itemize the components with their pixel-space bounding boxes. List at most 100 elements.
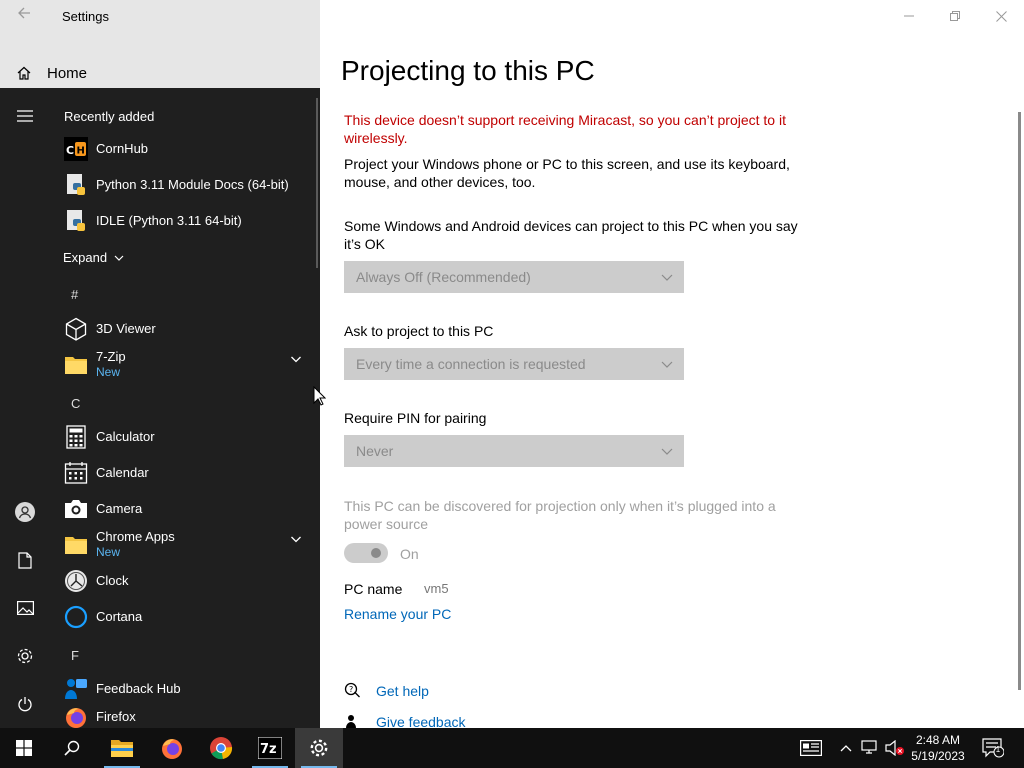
toggle-state-label: On <box>400 546 419 562</box>
require-pin-dropdown[interactable]: Never <box>344 435 684 467</box>
projection-availability-dropdown[interactable]: Always Off (Recommended) <box>344 261 684 293</box>
app-name: CornHub <box>96 141 149 156</box>
recently-added-header: Recently added <box>64 109 155 124</box>
svg-text:?: ? <box>349 685 353 694</box>
account-button[interactable] <box>8 495 42 529</box>
app-firefox[interactable]: Firefox <box>60 700 310 728</box>
content-scrollbar[interactable] <box>1018 112 1021 690</box>
app-name: Chrome Apps <box>96 529 175 544</box>
app-name: Cortana <box>96 609 143 624</box>
chrome-button[interactable] <box>197 728 245 768</box>
expand-button[interactable]: Expand <box>63 250 124 265</box>
app-name: Calendar <box>96 465 149 480</box>
clock-time: 2:48 AM <box>915 733 961 747</box>
power-source-toggle[interactable] <box>344 543 388 563</box>
letter-header-hash[interactable]: # <box>71 287 78 302</box>
app-calendar[interactable]: Calendar <box>60 456 310 490</box>
new-badge: New <box>96 545 121 559</box>
start-button[interactable] <box>0 728 48 768</box>
pictures-button[interactable] <box>8 591 42 625</box>
folder-icon <box>65 357 87 374</box>
notification-count: 1 <box>995 745 1001 754</box>
power-source-note: This PC can be discovered for projection… <box>344 498 776 532</box>
chevron-down-icon <box>291 536 301 543</box>
app-7zip-folder[interactable]: 7-Zip New <box>60 346 310 380</box>
chrome-icon <box>210 737 233 760</box>
file-explorer-button[interactable] <box>98 728 146 768</box>
back-button[interactable] <box>10 4 38 28</box>
taskbar-clock[interactable]: 2:48 AM 5/19/2023 <box>906 732 970 764</box>
app-calculator[interactable]: Calculator <box>60 420 310 454</box>
7zip-button[interactable]: 7z <box>246 728 294 768</box>
search-button[interactable] <box>48 728 96 768</box>
require-pin-label: Require PIN for pairing <box>344 410 487 426</box>
start-rail <box>0 88 48 728</box>
document-icon <box>18 551 32 569</box>
cube-icon <box>65 317 87 341</box>
folder-icon <box>65 537 87 554</box>
app-idle[interactable]: IDLE (Python 3.11 64-bit) <box>60 204 310 238</box>
idle-icon <box>67 210 85 231</box>
help-chat-icon: ? <box>344 682 360 698</box>
app-name: Python 3.11 Module Docs (64-bit) <box>96 177 289 192</box>
feedback-hub-icon <box>65 679 87 699</box>
app-name: Calculator <box>96 429 155 444</box>
show-hidden-icons-button[interactable] <box>838 738 854 758</box>
app-cortana[interactable]: Cortana <box>60 600 310 634</box>
dropdown-value: Every time a connection is requested <box>356 356 586 372</box>
app-name: 3D Viewer <box>96 321 156 336</box>
settings-button[interactable] <box>8 639 42 673</box>
dropdown-value: Never <box>356 443 394 459</box>
cortana-icon <box>64 605 88 629</box>
home-icon <box>17 66 31 80</box>
volume-muted-icon <box>885 740 904 756</box>
app-name: Feedback Hub <box>96 681 181 696</box>
start-menu: Recently added CH CornHub Python 3.11 Mo… <box>0 88 320 728</box>
new-badge: New <box>96 365 121 379</box>
app-name: Camera <box>96 501 143 516</box>
app-name: Clock <box>96 573 129 588</box>
cornhub-icon: CH <box>64 137 88 161</box>
app-camera[interactable]: Camera <box>60 492 310 526</box>
clock-icon <box>65 570 87 592</box>
app-clock[interactable]: Clock <box>60 564 310 598</box>
network-button[interactable] <box>860 738 880 758</box>
action-center-button[interactable]: 1 <box>980 738 1006 758</box>
hamburger-icon <box>17 110 33 122</box>
letter-header-c[interactable]: C <box>71 396 80 411</box>
gear-icon <box>17 648 33 664</box>
toggle-knob <box>371 548 381 558</box>
chevron-down-icon <box>114 255 124 261</box>
dropdown-value: Always Off (Recommended) <box>356 269 531 285</box>
app-name: 7-Zip <box>96 349 126 364</box>
miracast-error-message: This device doesn’t support receiving Mi… <box>344 112 786 146</box>
app-3d-viewer[interactable]: 3D Viewer <box>60 312 310 346</box>
chevron-down-icon <box>291 356 301 363</box>
app-cornhub[interactable]: CH CornHub <box>60 132 310 166</box>
settings-taskbar-button[interactable] <box>295 728 343 768</box>
back-arrow-icon <box>18 7 30 19</box>
documents-button[interactable] <box>8 543 42 577</box>
rename-pc-link[interactable]: Rename your PC <box>344 606 451 622</box>
power-button[interactable] <box>8 687 42 721</box>
ask-to-project-dropdown[interactable]: Every time a connection is requested <box>344 348 684 380</box>
news-widget-button[interactable] <box>798 738 824 758</box>
clock-date: 5/19/2023 <box>911 749 965 763</box>
letter-header-f[interactable]: F <box>71 648 79 663</box>
start-expand-button[interactable] <box>8 99 42 133</box>
windows-logo-icon <box>16 740 32 756</box>
home-label: Home <box>47 65 88 82</box>
pc-name-value: vm5 <box>424 581 449 596</box>
start-scrollbar[interactable] <box>316 98 318 268</box>
home-nav-item[interactable]: Home <box>0 58 320 88</box>
news-icon <box>800 740 822 756</box>
app-chrome-apps-folder[interactable]: Chrome Apps New <box>60 526 310 560</box>
picture-icon <box>16 601 34 615</box>
app-python-docs[interactable]: Python 3.11 Module Docs (64-bit) <box>60 168 310 202</box>
network-icon <box>861 740 877 754</box>
volume-button[interactable] <box>884 738 906 758</box>
firefox-button[interactable] <box>148 728 196 768</box>
power-icon <box>18 697 32 712</box>
chevron-down-icon <box>661 274 673 281</box>
gear-icon <box>310 739 328 757</box>
